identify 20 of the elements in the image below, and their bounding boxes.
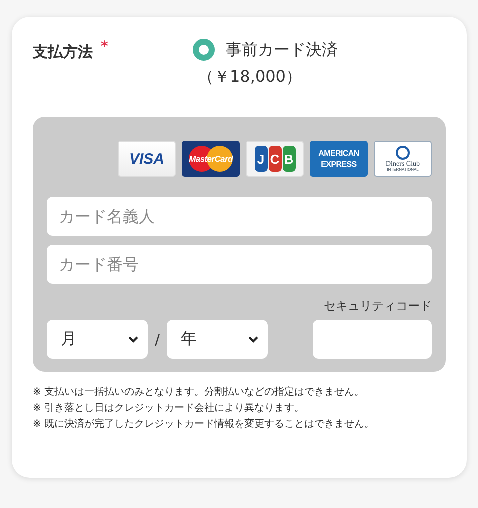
- year-select[interactable]: 年: [167, 320, 268, 359]
- chevron-down-icon: [128, 336, 139, 344]
- card-number-field[interactable]: カード番号: [47, 245, 432, 284]
- chevron-down-icon: [248, 336, 259, 344]
- security-code-field[interactable]: [313, 320, 432, 359]
- cardholder-field[interactable]: カード名義人: [47, 197, 432, 236]
- note-text: ※ 引き落とし日はクレジットカード会社により異なります。: [33, 402, 306, 416]
- card-brand-logo: J C B: [246, 141, 304, 177]
- price-text: （￥18,000）: [198, 67, 303, 88]
- month-select[interactable]: 月: [47, 320, 148, 359]
- radio-button[interactable]: [193, 39, 215, 61]
- separator-text: /: [154, 331, 162, 349]
- note-text: ※ 既に決済が完了したクレジットカード情報を変更することはできません。: [33, 418, 376, 432]
- card-brand-logo: AMERICAN EXPRESS: [310, 141, 368, 177]
- card-brand-logo: VISA: [118, 141, 176, 177]
- option-label: 事前カード決済: [226, 40, 338, 60]
- note-text: ※ 支払いは一括払いのみとなります。分割払いなどの指定はできません。: [33, 386, 366, 400]
- required-mark: *: [101, 39, 108, 55]
- field-label: 支払方法: [33, 43, 93, 62]
- security-code-label: セキュリティコード: [324, 298, 432, 315]
